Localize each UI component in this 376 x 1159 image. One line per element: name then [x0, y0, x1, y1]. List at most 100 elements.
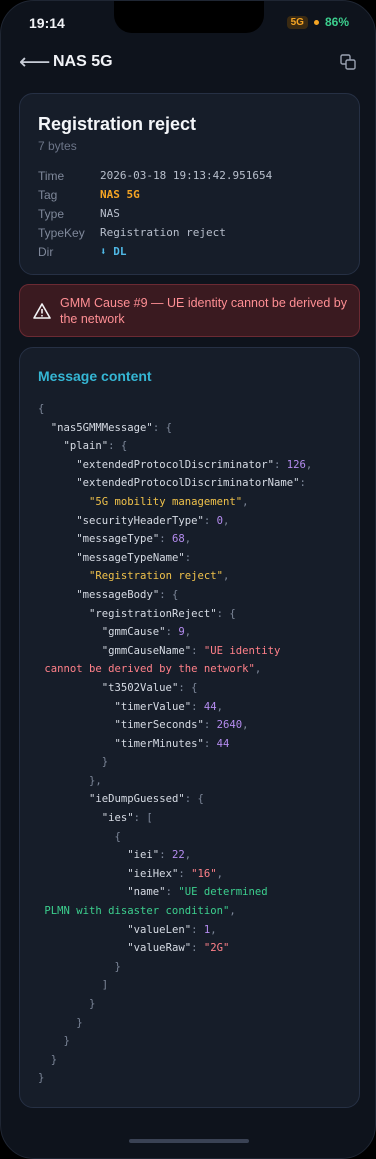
code-line: "t3502Value": { [38, 679, 348, 698]
code-line: "timerValue": 44, [38, 698, 348, 717]
battery-level: 86% [324, 15, 349, 29]
gmm-cause-alert: GMM Cause #9 — UE identity cannot be der… [19, 284, 360, 337]
code-token: : { [216, 607, 236, 620]
code-line: "registrationReject": { [38, 605, 348, 624]
code-token: PLMN with disaster condition" [38, 905, 230, 918]
code-line: "ieiHex": "16", [38, 865, 348, 884]
code-token: ] [38, 979, 109, 992]
code-token: cannot be derived by the network" [38, 663, 255, 676]
code-token: , [184, 533, 192, 546]
code-token: "gmmCauseName" [101, 644, 192, 657]
code-token: : [191, 942, 204, 955]
code-token: "UE identity [203, 644, 281, 657]
code-line: } [38, 995, 348, 1014]
code-token: "securityHeaderType" [76, 514, 204, 527]
code-line: } [38, 1069, 348, 1088]
info-value: Registration reject [100, 226, 226, 239]
home-indicator[interactable] [129, 1139, 249, 1143]
code-token: "ieDumpGuessed" [89, 793, 185, 806]
code-token: , [254, 663, 262, 676]
code-token: , [242, 495, 249, 508]
code-token: , [184, 626, 192, 639]
code-line: "plain": { [38, 437, 348, 456]
message-size: 7 bytes [38, 139, 77, 153]
back-arrow-icon[interactable]: ⟵ [19, 49, 51, 75]
warning-icon [33, 303, 51, 319]
code-token: }, [38, 774, 102, 787]
code-token: "name" [127, 886, 166, 899]
code-line: "gmmCauseName": "UE identity [38, 642, 348, 661]
code-token: : { [159, 588, 179, 601]
info-value: NAS 5G [100, 188, 140, 201]
code-token: } [38, 1053, 58, 1066]
code-token: } [38, 960, 121, 973]
code-line: "timerSeconds": 2640, [38, 716, 348, 735]
code-line: "messageTypeName": [38, 549, 348, 568]
page-title: NAS 5G [53, 53, 113, 70]
code-line: }, [38, 772, 348, 791]
code-token: : [274, 458, 287, 471]
code-token: 44 [203, 700, 217, 713]
alert-text: GMM Cause #9 — UE identity cannot be der… [60, 296, 347, 326]
code-token: , [210, 923, 217, 936]
code-line: "5G mobility management", [38, 493, 348, 512]
code-token: "timerSeconds" [114, 719, 204, 732]
code-line: "timerMinutes": 44 [38, 735, 348, 754]
code-token: : [165, 626, 179, 639]
code-token: , [223, 514, 230, 527]
code-line: ] [38, 976, 348, 995]
code-token: : [299, 477, 306, 490]
code-token: "UE determined [178, 886, 268, 899]
code-token: 22 [171, 849, 185, 862]
app-header: ⟵ NAS 5G [1, 45, 375, 81]
code-token: 68 [171, 533, 185, 546]
info-key: Time [38, 169, 65, 183]
code-token: , [216, 700, 224, 713]
code-line: "securityHeaderType": 0, [38, 512, 348, 531]
code-token: "extendedProtocolDiscriminator" [76, 458, 274, 471]
code-token: { [38, 830, 121, 843]
code-token: "messageBody" [76, 588, 160, 601]
code-token: "registrationReject" [89, 607, 217, 620]
code-token: : { [184, 793, 204, 806]
code-token: 126 [286, 458, 306, 471]
code-token: : [203, 514, 217, 527]
network-badge: 5G [286, 15, 308, 29]
code-token: "iei" [127, 849, 160, 862]
code-line: "valueLen": 1, [38, 921, 348, 940]
code-token: } [38, 1016, 83, 1029]
phone-screen: 19:14 5G 86% ⟵ NAS 5G Registration rejec… [0, 0, 376, 1159]
status-indicators: 5G 86% [286, 15, 349, 29]
code-line: "gmmCause": 9, [38, 623, 348, 642]
code-token: : [159, 849, 172, 862]
code-line: } [38, 958, 348, 977]
code-token: : [203, 737, 217, 750]
info-value: NAS [100, 207, 120, 220]
copy-icon[interactable] [339, 53, 357, 71]
camera-notch [114, 1, 264, 33]
code-token: 44 [216, 737, 230, 750]
code-token: , [184, 849, 192, 862]
code-line: } [38, 1014, 348, 1033]
code-token: : [159, 533, 172, 546]
code-line: } [38, 1051, 348, 1070]
code-token: "Registration reject" [89, 570, 223, 583]
code-token: } [38, 1035, 70, 1048]
code-token: "t3502Value" [101, 681, 179, 694]
code-token: : { [108, 440, 128, 453]
code-line: "nas5GMMMessage": { [38, 419, 348, 438]
code-token: } [38, 756, 109, 769]
message-title: Registration reject [38, 114, 197, 134]
info-value: ⬇ DL [100, 245, 127, 258]
